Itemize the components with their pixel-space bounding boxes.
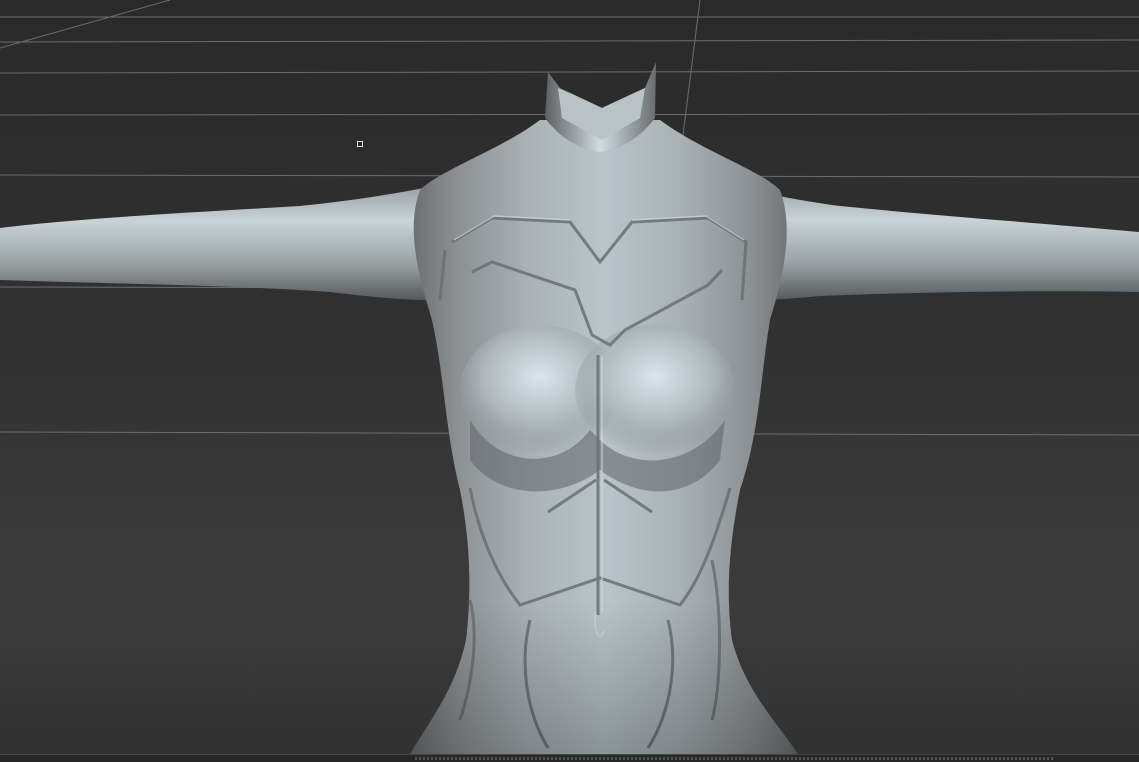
3d-viewport[interactable] (0, 0, 1139, 754)
viewport-canvas[interactable] (0, 0, 1139, 754)
status-bar (0, 754, 1139, 762)
resize-grip-icon[interactable] (415, 757, 1055, 760)
ambient-shading (0, 600, 1139, 754)
grid-line (0, 70, 1139, 74)
left-arm (0, 178, 470, 301)
grid-line (0, 0, 171, 49)
grid-line (0, 39, 1139, 43)
sculpt-model-torso[interactable] (0, 62, 1139, 754)
vertex-marker-icon (357, 141, 363, 147)
